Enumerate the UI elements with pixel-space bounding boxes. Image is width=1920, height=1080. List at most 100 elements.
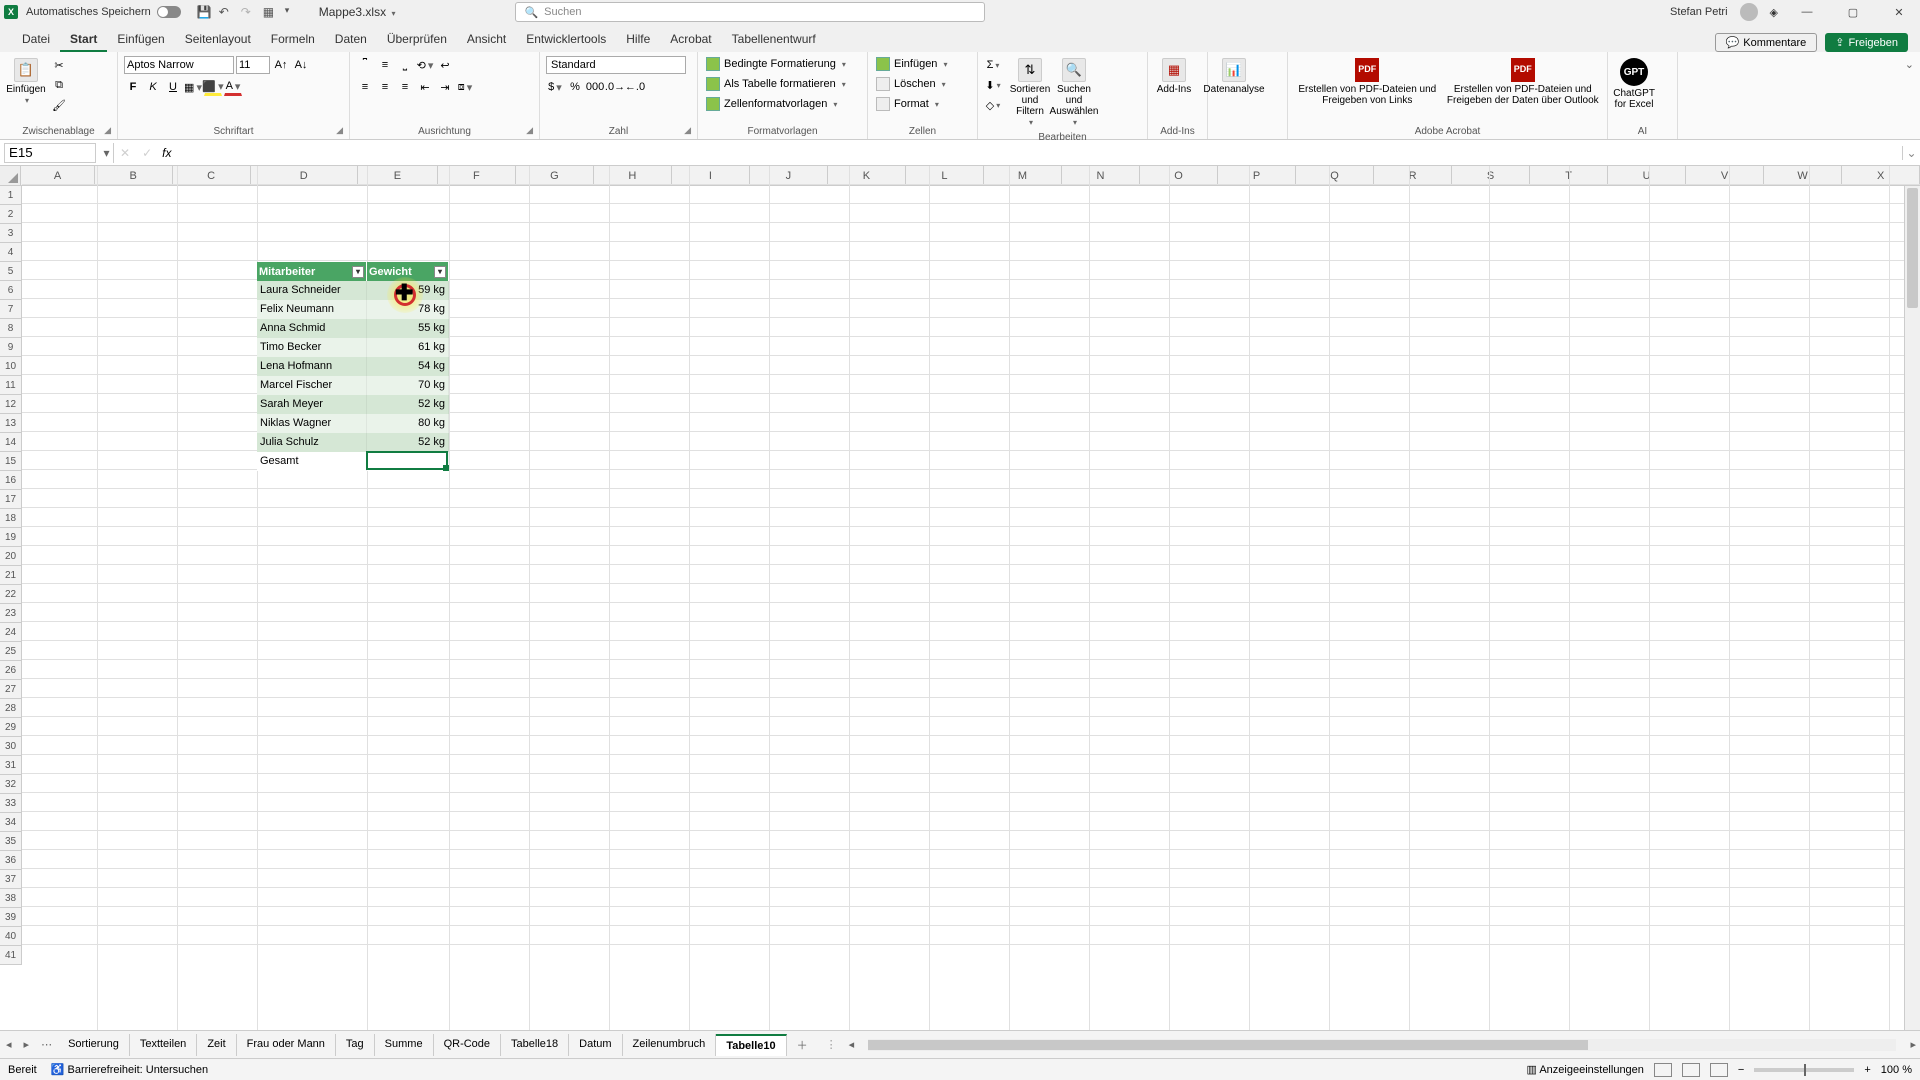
percent-icon[interactable]: %: [566, 78, 584, 96]
align-left-icon[interactable]: ≡: [356, 78, 374, 96]
search-box[interactable]: 🔍 Suchen: [515, 2, 985, 22]
table-row[interactable]: Felix Neumann 78 kg: [257, 300, 449, 319]
number-format-select[interactable]: [546, 56, 686, 74]
chatgpt-button[interactable]: GPTChatGPT for Excel: [1614, 56, 1654, 112]
row-header[interactable]: 15: [0, 452, 22, 471]
cut-icon[interactable]: ✂: [50, 56, 68, 74]
comma-icon[interactable]: 000: [586, 78, 604, 96]
row-header[interactable]: 2: [0, 205, 22, 224]
filter-dropdown-icon[interactable]: ▾: [352, 266, 364, 278]
row-header[interactable]: 34: [0, 813, 22, 832]
table-total-row[interactable]: Gesamt: [257, 452, 449, 471]
row-header[interactable]: 31: [0, 756, 22, 775]
row-header[interactable]: 1: [0, 186, 22, 205]
clear-icon[interactable]: ◇▾: [984, 96, 1002, 114]
row-header[interactable]: 5: [0, 262, 22, 281]
row-header[interactable]: 38: [0, 889, 22, 908]
worksheet-grid[interactable]: ABCDEFGHIJKLMNOPQRSTUVWX 123456789101112…: [0, 166, 1920, 1030]
maximize-button[interactable]: ▢: [1836, 6, 1870, 19]
table-row[interactable]: Laura Schneider 59 kg: [257, 281, 449, 300]
comments-button[interactable]: 💬 Kommentare: [1715, 33, 1818, 52]
autosum-icon[interactable]: Σ▾: [984, 56, 1002, 74]
ribbon-tab-hilfe[interactable]: Hilfe: [616, 28, 660, 52]
sheet-tab[interactable]: Datum: [569, 1034, 622, 1056]
table-row[interactable]: Niklas Wagner 80 kg: [257, 414, 449, 433]
row-header[interactable]: 13: [0, 414, 22, 433]
font-color-icon[interactable]: A▾: [224, 78, 242, 96]
redo-icon[interactable]: ↷: [241, 5, 255, 19]
dialog-launcher-icon[interactable]: ◢: [104, 125, 111, 136]
share-button[interactable]: ⇪ Freigeben: [1825, 33, 1908, 52]
row-header[interactable]: 32: [0, 775, 22, 794]
hscroll-left[interactable]: ◂: [845, 1038, 859, 1051]
ribbon-collapse-icon[interactable]: ⌄: [1899, 52, 1920, 139]
filter-dropdown-icon[interactable]: ▾: [434, 266, 446, 278]
copy-icon[interactable]: ⧉: [50, 76, 68, 94]
table-row[interactable]: Anna Schmid 55 kg: [257, 319, 449, 338]
row-header[interactable]: 6: [0, 281, 22, 300]
accessibility-status[interactable]: ♿ Barrierefreiheit: Untersuchen: [51, 1063, 208, 1076]
sheet-nav-menu[interactable]: ⋯: [35, 1038, 58, 1051]
addins-button[interactable]: ▦Add-Ins: [1154, 56, 1194, 97]
border-icon[interactable]: ▦▾: [184, 78, 202, 96]
row-header[interactable]: 17: [0, 490, 22, 509]
zoom-value[interactable]: 100 %: [1881, 1064, 1912, 1076]
ribbon-tab-formeln[interactable]: Formeln: [261, 28, 325, 52]
ribbon-tab-datei[interactable]: Datei: [12, 28, 60, 52]
pdf-outlook-button[interactable]: PDFErstellen von PDF-Dateien und Freigeb…: [1445, 56, 1601, 108]
row-header[interactable]: 39: [0, 908, 22, 927]
hscroll-right[interactable]: ▸: [1906, 1038, 1920, 1051]
row-header[interactable]: 22: [0, 585, 22, 604]
row-header[interactable]: 33: [0, 794, 22, 813]
minimize-button[interactable]: —: [1790, 6, 1824, 18]
row-header[interactable]: 37: [0, 870, 22, 889]
inc-decimal-icon[interactable]: .0→: [606, 78, 624, 96]
avatar[interactable]: [1740, 3, 1758, 21]
save-icon[interactable]: 💾: [197, 5, 211, 19]
table-header[interactable]: Gewicht▾: [367, 262, 449, 281]
horizontal-scrollbar[interactable]: [868, 1039, 1896, 1051]
dialog-launcher-icon[interactable]: ◢: [684, 125, 691, 136]
fill-icon[interactable]: ⬇▾: [984, 76, 1002, 94]
sheet-tab[interactable]: Tabelle18: [501, 1034, 569, 1056]
row-header[interactable]: 11: [0, 376, 22, 395]
font-size-input[interactable]: [236, 56, 270, 74]
table-row[interactable]: Marcel Fischer 70 kg: [257, 376, 449, 395]
format-as-table-button[interactable]: Als Tabelle formatieren▾: [704, 76, 848, 92]
wrap-text-icon[interactable]: ↩: [436, 56, 454, 74]
row-header[interactable]: 4: [0, 243, 22, 262]
qat-more-icon[interactable]: ▾: [285, 5, 299, 19]
ribbon-tab-tabellenentwurf[interactable]: Tabellenentwurf: [722, 28, 826, 52]
row-header[interactable]: 23: [0, 604, 22, 623]
fill-color-icon[interactable]: ⬛▾: [204, 78, 222, 96]
indent-inc-icon[interactable]: ⇥: [436, 78, 454, 96]
enter-formula-icon[interactable]: ✓: [136, 146, 158, 160]
row-header[interactable]: 12: [0, 395, 22, 414]
sheet-tab[interactable]: Tabelle10: [716, 1034, 786, 1056]
sheet-tab[interactable]: QR-Code: [434, 1034, 501, 1056]
sheet-tab[interactable]: Frau oder Mann: [237, 1034, 336, 1056]
filename[interactable]: Mappe3.xlsx ▾: [319, 5, 396, 19]
sheet-nav-prev[interactable]: ◂: [0, 1038, 18, 1051]
close-button[interactable]: ✕: [1882, 6, 1916, 19]
italic-icon[interactable]: K: [144, 78, 162, 96]
pdf-create-button[interactable]: PDFErstellen von PDF-Dateien und Freigeb…: [1294, 56, 1441, 108]
camera-icon[interactable]: ▦: [263, 5, 277, 19]
fx-icon[interactable]: fx: [158, 146, 175, 160]
user-name[interactable]: Stefan Petri: [1670, 6, 1727, 18]
ribbon-tab-acrobat[interactable]: Acrobat: [660, 28, 721, 52]
row-header[interactable]: 29: [0, 718, 22, 737]
row-header[interactable]: 3: [0, 224, 22, 243]
row-header[interactable]: 9: [0, 338, 22, 357]
row-header[interactable]: 26: [0, 661, 22, 680]
paste-button[interactable]: 📋 Einfügen ▾: [6, 56, 46, 108]
cell-styles-button[interactable]: Zellenformatvorlagen▾: [704, 96, 839, 112]
bold-icon[interactable]: F: [124, 78, 142, 96]
row-header[interactable]: 27: [0, 680, 22, 699]
increase-font-icon[interactable]: A↑: [272, 56, 290, 74]
align-top-icon[interactable]: ⎴: [356, 56, 374, 74]
sheet-tab[interactable]: Zeit: [197, 1034, 236, 1056]
zoom-out-icon[interactable]: −: [1738, 1064, 1744, 1076]
data-table[interactable]: Mitarbeiter▾ Gewicht▾ Laura Schneider 59…: [257, 262, 449, 471]
find-select-button[interactable]: 🔍Suchen und Auswählen▾: [1054, 56, 1094, 130]
